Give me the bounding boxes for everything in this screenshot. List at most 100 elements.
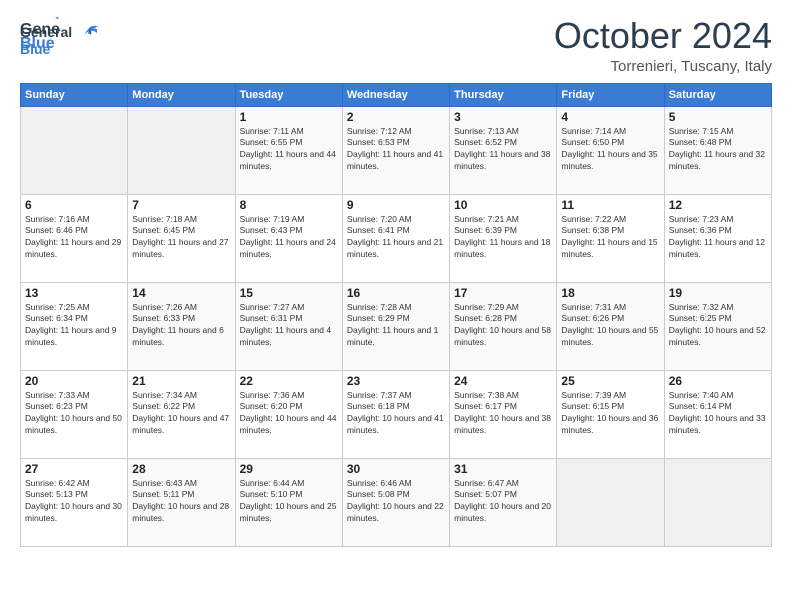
cell-content: Sunrise: 7:16 AM Sunset: 6:46 PM Dayligh… — [25, 214, 123, 262]
logo: General Blue General Blue — [20, 16, 104, 58]
calendar-cell: 11 Sunrise: 7:22 AM Sunset: 6:38 PM Dayli… — [557, 194, 664, 282]
day-number: 11 — [561, 198, 659, 212]
cell-content: Sunrise: 6:43 AM Sunset: 5:11 PM Dayligh… — [132, 478, 230, 526]
week-row-3: 13 Sunrise: 7:25 AM Sunset: 6:34 PM Dayli… — [21, 282, 772, 370]
day-number: 9 — [347, 198, 445, 212]
cell-content: Sunrise: 7:22 AM Sunset: 6:38 PM Dayligh… — [561, 214, 659, 262]
cell-content: Sunrise: 7:28 AM Sunset: 6:29 PM Dayligh… — [347, 302, 445, 350]
day-number: 6 — [25, 198, 123, 212]
calendar-cell: 31 Sunrise: 6:47 AM Sunset: 5:07 PM Dayli… — [450, 458, 557, 546]
day-header-sunday: Sunday — [21, 83, 128, 106]
day-number: 25 — [561, 374, 659, 388]
cell-content: Sunrise: 7:15 AM Sunset: 6:48 PM Dayligh… — [669, 126, 767, 174]
day-number: 14 — [132, 286, 230, 300]
day-number: 29 — [240, 462, 338, 476]
cell-content: Sunrise: 7:21 AM Sunset: 6:39 PM Dayligh… — [454, 214, 552, 262]
day-number: 28 — [132, 462, 230, 476]
day-number: 4 — [561, 110, 659, 124]
calendar-cell: 16 Sunrise: 7:28 AM Sunset: 6:29 PM Dayli… — [342, 282, 449, 370]
calendar-cell: 9 Sunrise: 7:20 AM Sunset: 6:41 PM Daylig… — [342, 194, 449, 282]
week-row-4: 20 Sunrise: 7:33 AM Sunset: 6:23 PM Dayli… — [21, 370, 772, 458]
cell-content: Sunrise: 7:29 AM Sunset: 6:28 PM Dayligh… — [454, 302, 552, 350]
week-row-2: 6 Sunrise: 7:16 AM Sunset: 6:46 PM Daylig… — [21, 194, 772, 282]
day-header-friday: Friday — [557, 83, 664, 106]
day-number: 2 — [347, 110, 445, 124]
day-number: 30 — [347, 462, 445, 476]
calendar-cell: 26Sunrise: 7:40 AM Sunset: 6:14 PM Dayli… — [664, 370, 771, 458]
calendar-cell: 25Sunrise: 7:39 AM Sunset: 6:15 PM Dayli… — [557, 370, 664, 458]
calendar-cell: 29 Sunrise: 6:44 AM Sunset: 5:10 PM Dayli… — [235, 458, 342, 546]
cell-content: Sunrise: 7:37 AM Sunset: 6:18 PM Dayligh… — [347, 390, 445, 438]
calendar-cell: 27Sunrise: 6:42 AM Sunset: 5:13 PM Dayli… — [21, 458, 128, 546]
cell-content: Sunrise: 6:47 AM Sunset: 5:07 PM Dayligh… — [454, 478, 552, 526]
day-number: 17 — [454, 286, 552, 300]
logo-blue: Blue — [20, 41, 72, 58]
week-row-5: 27Sunrise: 6:42 AM Sunset: 5:13 PM Dayli… — [21, 458, 772, 546]
day-number: 15 — [240, 286, 338, 300]
calendar-cell: 10Sunrise: 7:21 AM Sunset: 6:39 PM Dayli… — [450, 194, 557, 282]
logo-bird-icon — [76, 23, 104, 51]
day-header-monday: Monday — [128, 83, 235, 106]
calendar-cell: 1Sunrise: 7:11 AM Sunset: 6:55 PM Daylig… — [235, 106, 342, 194]
day-number: 24 — [454, 374, 552, 388]
day-number: 7 — [132, 198, 230, 212]
day-number: 12 — [669, 198, 767, 212]
page: General Blue General Blue October 2024 T… — [0, 0, 792, 612]
week-row-1: 1Sunrise: 7:11 AM Sunset: 6:55 PM Daylig… — [21, 106, 772, 194]
day-number: 31 — [454, 462, 552, 476]
logo-general: General — [20, 24, 72, 41]
cell-content: Sunrise: 7:26 AM Sunset: 6:33 PM Dayligh… — [132, 302, 230, 350]
calendar-cell: 22 Sunrise: 7:36 AM Sunset: 6:20 PM Dayli… — [235, 370, 342, 458]
day-header-tuesday: Tuesday — [235, 83, 342, 106]
day-number: 16 — [347, 286, 445, 300]
calendar-cell: 17 Sunrise: 7:29 AM Sunset: 6:28 PM Dayli… — [450, 282, 557, 370]
calendar-cell: 24 Sunrise: 7:38 AM Sunset: 6:17 PM Dayli… — [450, 370, 557, 458]
calendar-cell: 5Sunrise: 7:15 AM Sunset: 6:48 PM Daylig… — [664, 106, 771, 194]
cell-content: Sunrise: 7:18 AM Sunset: 6:45 PM Dayligh… — [132, 214, 230, 262]
cell-content: Sunrise: 6:44 AM Sunset: 5:10 PM Dayligh… — [240, 478, 338, 526]
header: General Blue General Blue October 2024 T… — [20, 16, 772, 75]
calendar-cell: 30 Sunrise: 6:46 AM Sunset: 5:08 PM Dayli… — [342, 458, 449, 546]
calendar-cell — [128, 106, 235, 194]
cell-content: Sunrise: 7:25 AM Sunset: 6:34 PM Dayligh… — [25, 302, 123, 350]
calendar-cell — [557, 458, 664, 546]
day-number: 27 — [25, 462, 123, 476]
title-area: October 2024 Torrenieri, Tuscany, Italy — [554, 16, 772, 75]
cell-content: Sunrise: 7:34 AM Sunset: 6:22 PM Dayligh… — [132, 390, 230, 438]
cell-content: Sunrise: 7:32 AM Sunset: 6:25 PM Dayligh… — [669, 302, 767, 350]
cell-content: Sunrise: 7:19 AM Sunset: 6:43 PM Dayligh… — [240, 214, 338, 262]
day-number: 3 — [454, 110, 552, 124]
calendar-cell: 13 Sunrise: 7:25 AM Sunset: 6:34 PM Dayli… — [21, 282, 128, 370]
day-number: 20 — [25, 374, 123, 388]
cell-content: Sunrise: 7:12 AM Sunset: 6:53 PM Dayligh… — [347, 126, 445, 174]
day-header-saturday: Saturday — [664, 83, 771, 106]
cell-content: Sunrise: 7:13 AM Sunset: 6:52 PM Dayligh… — [454, 126, 552, 174]
day-header-wednesday: Wednesday — [342, 83, 449, 106]
calendar-cell: 23Sunrise: 7:37 AM Sunset: 6:18 PM Dayli… — [342, 370, 449, 458]
cell-content: Sunrise: 7:38 AM Sunset: 6:17 PM Dayligh… — [454, 390, 552, 438]
cell-content: Sunrise: 7:27 AM Sunset: 6:31 PM Dayligh… — [240, 302, 338, 350]
cell-content: Sunrise: 7:31 AM Sunset: 6:26 PM Dayligh… — [561, 302, 659, 350]
day-number: 26 — [669, 374, 767, 388]
cell-content: Sunrise: 7:23 AM Sunset: 6:36 PM Dayligh… — [669, 214, 767, 262]
calendar-cell: 15 Sunrise: 7:27 AM Sunset: 6:31 PM Dayli… — [235, 282, 342, 370]
day-number: 18 — [561, 286, 659, 300]
cell-content: Sunrise: 6:46 AM Sunset: 5:08 PM Dayligh… — [347, 478, 445, 526]
calendar-cell: 18 Sunrise: 7:31 AM Sunset: 6:26 PM Dayli… — [557, 282, 664, 370]
calendar-cell: 19 Sunrise: 7:32 AM Sunset: 6:25 PM Dayli… — [664, 282, 771, 370]
calendar-cell: 4Sunrise: 7:14 AM Sunset: 6:50 PM Daylig… — [557, 106, 664, 194]
cell-content: Sunrise: 7:36 AM Sunset: 6:20 PM Dayligh… — [240, 390, 338, 438]
calendar-cell: 12 Sunrise: 7:23 AM Sunset: 6:36 PM Dayli… — [664, 194, 771, 282]
cell-content: Sunrise: 7:33 AM Sunset: 6:23 PM Dayligh… — [25, 390, 123, 438]
day-number: 22 — [240, 374, 338, 388]
calendar-cell: 8Sunrise: 7:19 AM Sunset: 6:43 PM Daylig… — [235, 194, 342, 282]
calendar-cell: 21Sunrise: 7:34 AM Sunset: 6:22 PM Dayli… — [128, 370, 235, 458]
day-number: 13 — [25, 286, 123, 300]
calendar-cell: 20 Sunrise: 7:33 AM Sunset: 6:23 PM Dayli… — [21, 370, 128, 458]
calendar-cell — [664, 458, 771, 546]
calendar-table: SundayMondayTuesdayWednesdayThursdayFrid… — [20, 83, 772, 547]
calendar-cell: 28 Sunrise: 6:43 AM Sunset: 5:11 PM Dayli… — [128, 458, 235, 546]
day-number: 19 — [669, 286, 767, 300]
cell-content: Sunrise: 7:20 AM Sunset: 6:41 PM Dayligh… — [347, 214, 445, 262]
location: Torrenieri, Tuscany, Italy — [554, 58, 772, 75]
